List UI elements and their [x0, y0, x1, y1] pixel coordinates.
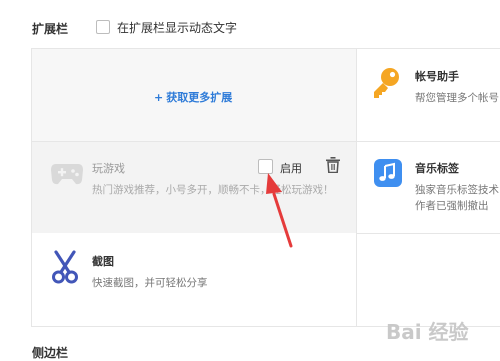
key-icon — [371, 67, 401, 105]
scissors-icon — [50, 250, 80, 288]
game-card-title: 玩游戏 — [92, 162, 125, 175]
watermark-logo: Bai 经验 — [386, 320, 469, 344]
extensions-bar-title: 扩展栏 — [32, 22, 69, 36]
screenshot-card-description: 快速截图，并可轻松分享 — [92, 277, 208, 289]
get-more-extensions-panel[interactable]: + 获取更多扩展 — [32, 49, 356, 141]
get-more-extensions-link[interactable]: + 获取更多扩展 — [154, 89, 232, 105]
show-dynamic-text-label: 在扩展栏显示动态文字 — [117, 21, 238, 35]
music-card-title: 音乐标签 — [415, 162, 459, 175]
account-card-description: 帮您管理多个帐号 — [415, 92, 499, 104]
extension-card-screenshot[interactable]: 截图 快速截图，并可轻松分享 — [32, 234, 356, 326]
music-card-description-line2: 作者已强制撤出 — [415, 200, 489, 212]
music-card-description-line1: 独家音乐标签技术 — [415, 184, 499, 196]
grid-row2-divider-right — [356, 233, 500, 234]
show-dynamic-text-checkbox[interactable] — [96, 20, 110, 34]
music-note-icon — [374, 159, 402, 187]
sidebar-section-title: 侧边栏 — [32, 346, 69, 360]
extension-card-music[interactable]: 音乐标签 独家音乐标签技术 作者已强制撤出 — [357, 142, 500, 233]
extension-card-account[interactable]: 帐号助手 帮您管理多个帐号 — [357, 49, 500, 141]
plus-icon: + — [154, 91, 164, 104]
screenshot-card-title: 截图 — [92, 255, 114, 268]
gamepad-icon — [50, 160, 84, 190]
annotation-arrow-icon — [266, 173, 293, 248]
account-card-title: 帐号助手 — [415, 70, 459, 83]
get-more-extensions-label: 获取更多扩展 — [166, 91, 233, 104]
extension-card-game[interactable]: 玩游戏 热门游戏推荐，小号多开，顺畅不卡，轻松玩游戏！ 启用 — [32, 142, 356, 233]
trash-icon[interactable] — [326, 157, 340, 177]
